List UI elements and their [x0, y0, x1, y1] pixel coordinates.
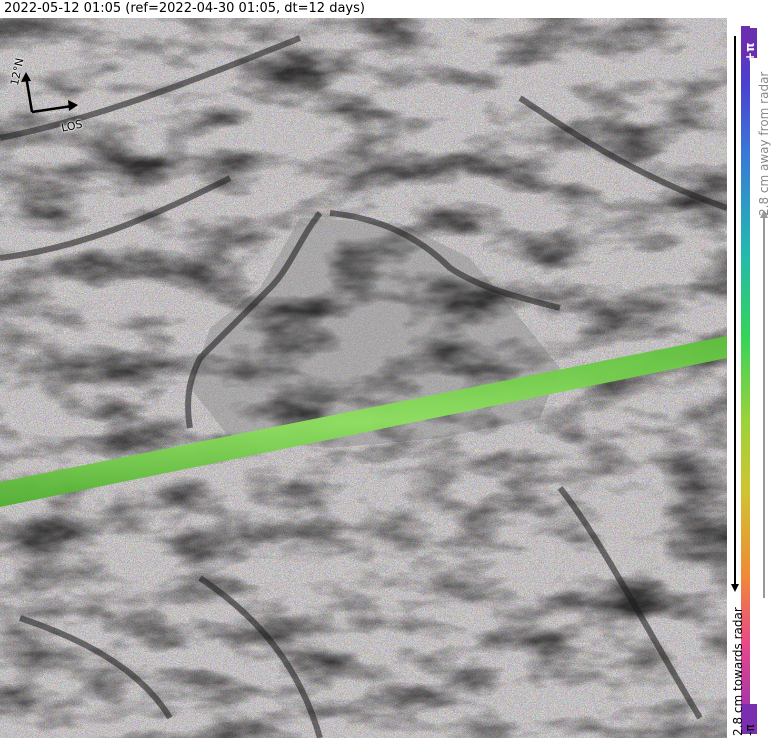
colorbar-top-label: +π	[743, 42, 757, 62]
image-title: 2022-05-12 01:05 (ref=2022-04-30 01:05, …	[4, 1, 365, 16]
interferogram-map[interactable]	[0, 18, 727, 738]
colorbar-panel: +π -π 2.8 cm away from radar 2.8 cm towa…	[727, 18, 777, 738]
colorbar-bottom-label: -π	[743, 724, 757, 736]
compass-rose	[21, 72, 78, 114]
towards-arrow-line	[734, 36, 736, 586]
away-from-radar-label: 2.8 cm away from radar	[757, 71, 771, 216]
map-canvas	[0, 18, 727, 738]
away-arrow-line	[763, 218, 765, 598]
towards-arrow-head	[731, 584, 739, 592]
header: 2022-05-12 01:05 (ref=2022-04-30 01:05, …	[0, 0, 777, 18]
towards-radar-label: 2.8 cm towards radar	[731, 607, 745, 736]
